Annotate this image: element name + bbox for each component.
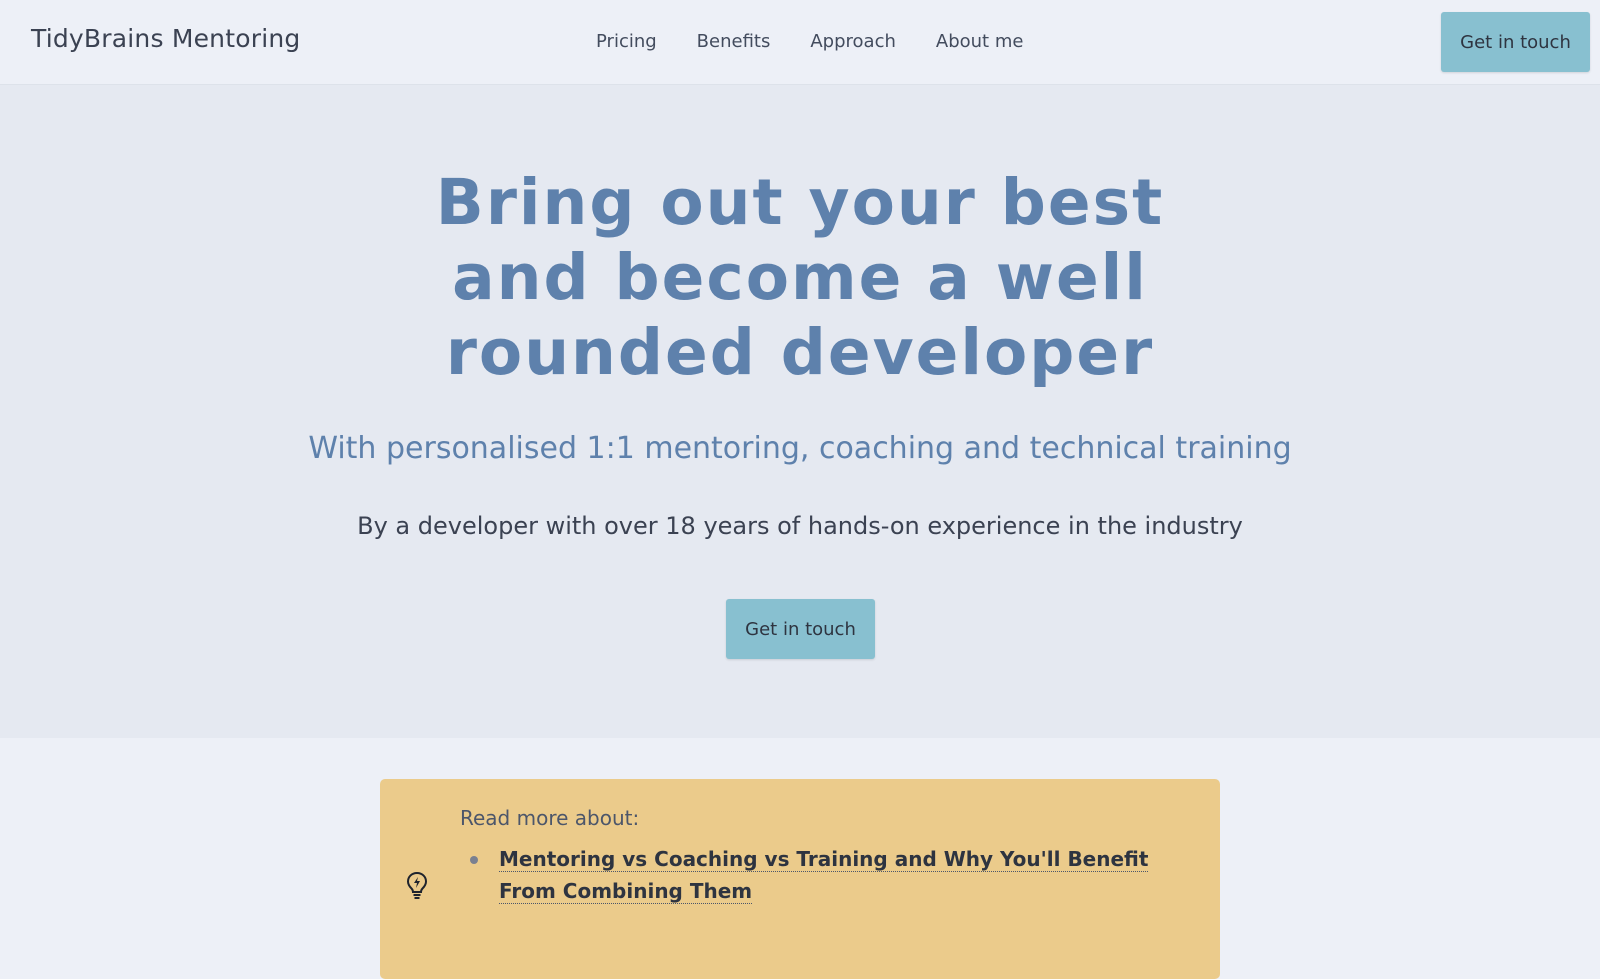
nav-link-pricing[interactable]: Pricing <box>596 31 657 52</box>
read-more-callout: Read more about: Mentoring vs Coaching v… <box>380 779 1220 979</box>
read-more-list: Mentoring vs Coaching vs Training and Wh… <box>460 843 1180 907</box>
list-item: Mentoring vs Coaching vs Training and Wh… <box>460 843 1180 907</box>
nav-link-benefits[interactable]: Benefits <box>697 31 771 52</box>
hero-section: Bring out your best and become a well ro… <box>0 85 1600 738</box>
nav-link-about-me[interactable]: About me <box>936 31 1024 52</box>
lightbulb-icon <box>404 871 430 901</box>
read-more-section: Read more about: Mentoring vs Coaching v… <box>0 738 1600 979</box>
header-get-in-touch-button[interactable]: Get in touch <box>1441 12 1590 72</box>
bullet-dot <box>470 856 478 864</box>
hero-subtitle: With personalised 1:1 mentoring, coachin… <box>308 431 1292 466</box>
read-more-heading: Read more about: <box>460 806 640 830</box>
hero-get-in-touch-button[interactable]: Get in touch <box>726 599 875 659</box>
site-header: TidyBrains Mentoring Pricing Benefits Ap… <box>0 0 1600 85</box>
read-more-link[interactable]: Mentoring vs Coaching vs Training and Wh… <box>499 847 1149 904</box>
hero-tagline: By a developer with over 18 years of han… <box>357 512 1243 540</box>
nav-link-approach[interactable]: Approach <box>810 31 896 52</box>
hero-title: Bring out your best and become a well ro… <box>435 166 1165 389</box>
brand-logo-text[interactable]: TidyBrains Mentoring <box>31 24 300 53</box>
main-nav: Pricing Benefits Approach About me <box>596 31 1063 52</box>
